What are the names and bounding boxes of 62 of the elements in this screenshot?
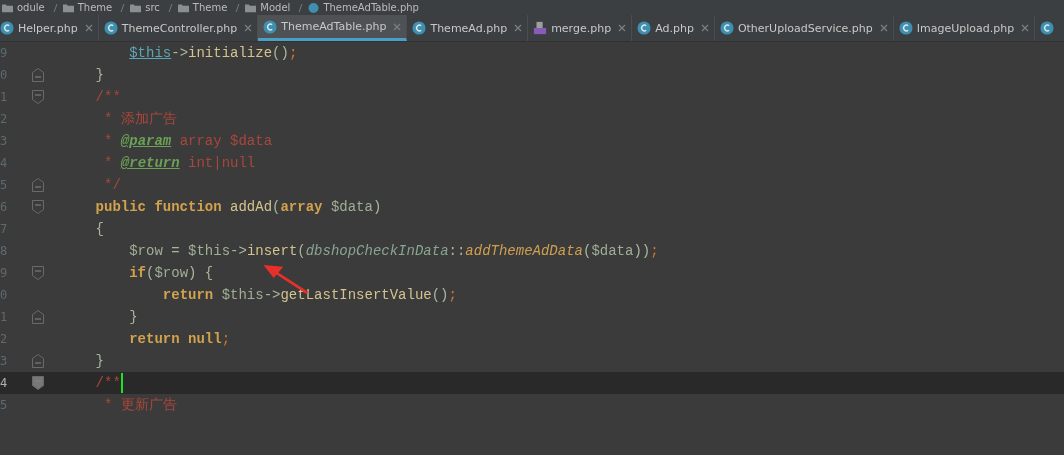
- code-line: if($row) {: [128, 265, 214, 281]
- class-icon: [0, 21, 14, 35]
- code-line: }: [128, 309, 138, 325]
- code-line: * 添加广告: [103, 110, 177, 128]
- file-tab[interactable]: Ad.php: [632, 15, 715, 41]
- breadcrumb-item[interactable]: src: [145, 2, 160, 13]
- breadcrumb-item[interactable]: ThemeAdTable.php: [323, 2, 419, 13]
- fold-icon[interactable]: [32, 178, 44, 192]
- class-icon: [898, 21, 913, 35]
- close-icon[interactable]: [618, 24, 627, 32]
- close-icon[interactable]: [879, 24, 888, 32]
- file-tab[interactable]: ThemeAdTable.php: [258, 15, 408, 41]
- line-number: 4: [0, 376, 9, 390]
- breadcrumb-item[interactable]: Model: [260, 2, 291, 13]
- code-line: return $this->getLastInsertValue();: [161, 287, 457, 303]
- fold-icon[interactable]: [32, 68, 44, 82]
- file-tab[interactable]: Helper.php: [0, 15, 99, 41]
- close-icon[interactable]: [700, 24, 709, 32]
- fold-icon[interactable]: [32, 376, 44, 390]
- class-icon: [719, 21, 734, 35]
- code-line: }: [94, 353, 104, 369]
- close-icon[interactable]: [84, 24, 93, 32]
- fold-icon[interactable]: [32, 200, 44, 214]
- class-icon: [103, 21, 118, 35]
- breadcrumb-item[interactable]: odule: [17, 2, 45, 13]
- file-tab[interactable]: merge.php: [528, 15, 633, 41]
- breadcrumb-item[interactable]: Theme: [192, 2, 228, 13]
- code-line: /**: [94, 89, 121, 105]
- fold-icon[interactable]: [32, 90, 44, 104]
- class-icon: [412, 21, 427, 35]
- close-icon[interactable]: [244, 24, 253, 32]
- class-icon: [1040, 21, 1055, 35]
- code-line: $this->initialize();: [128, 45, 298, 61]
- class-icon: [637, 21, 652, 35]
- breadcrumb-item[interactable]: Theme: [77, 2, 113, 13]
- code-line: }: [94, 67, 104, 83]
- code-line: return null;: [128, 331, 231, 347]
- code-line: public function addAd(array $data): [94, 199, 382, 215]
- code-line: * @return int|null: [103, 155, 256, 171]
- file-tab[interactable]: ThemeAd.php: [407, 15, 529, 41]
- folder-icon: [2, 2, 13, 13]
- code-line: */: [103, 177, 121, 193]
- fold-icon[interactable]: [32, 354, 44, 368]
- code-line: * 更新广告: [103, 396, 177, 414]
- folder-icon: [130, 2, 142, 13]
- fold-icon[interactable]: [32, 310, 44, 324]
- class-icon: [263, 19, 278, 34]
- fold-icon[interactable]: [32, 266, 44, 280]
- folder-icon: [177, 2, 189, 13]
- php-file-icon: [533, 21, 548, 35]
- class-icon: [308, 2, 320, 13]
- code-line: /**: [94, 375, 121, 391]
- file-tab[interactable]: ImageUpload.php: [893, 15, 1036, 41]
- code-line: $row = $this->insert(dbshopCheckInData::addThemeAdData($data));: [128, 243, 659, 259]
- close-icon[interactable]: [1021, 24, 1030, 32]
- file-tab[interactable]: OtherUploadService.php: [714, 15, 894, 41]
- code-line: * @param array $data: [103, 133, 273, 149]
- close-icon[interactable]: [514, 24, 523, 32]
- code-line: {: [94, 221, 104, 237]
- close-icon[interactable]: [393, 22, 402, 31]
- folder-icon: [245, 2, 257, 13]
- folder-icon: [62, 2, 74, 13]
